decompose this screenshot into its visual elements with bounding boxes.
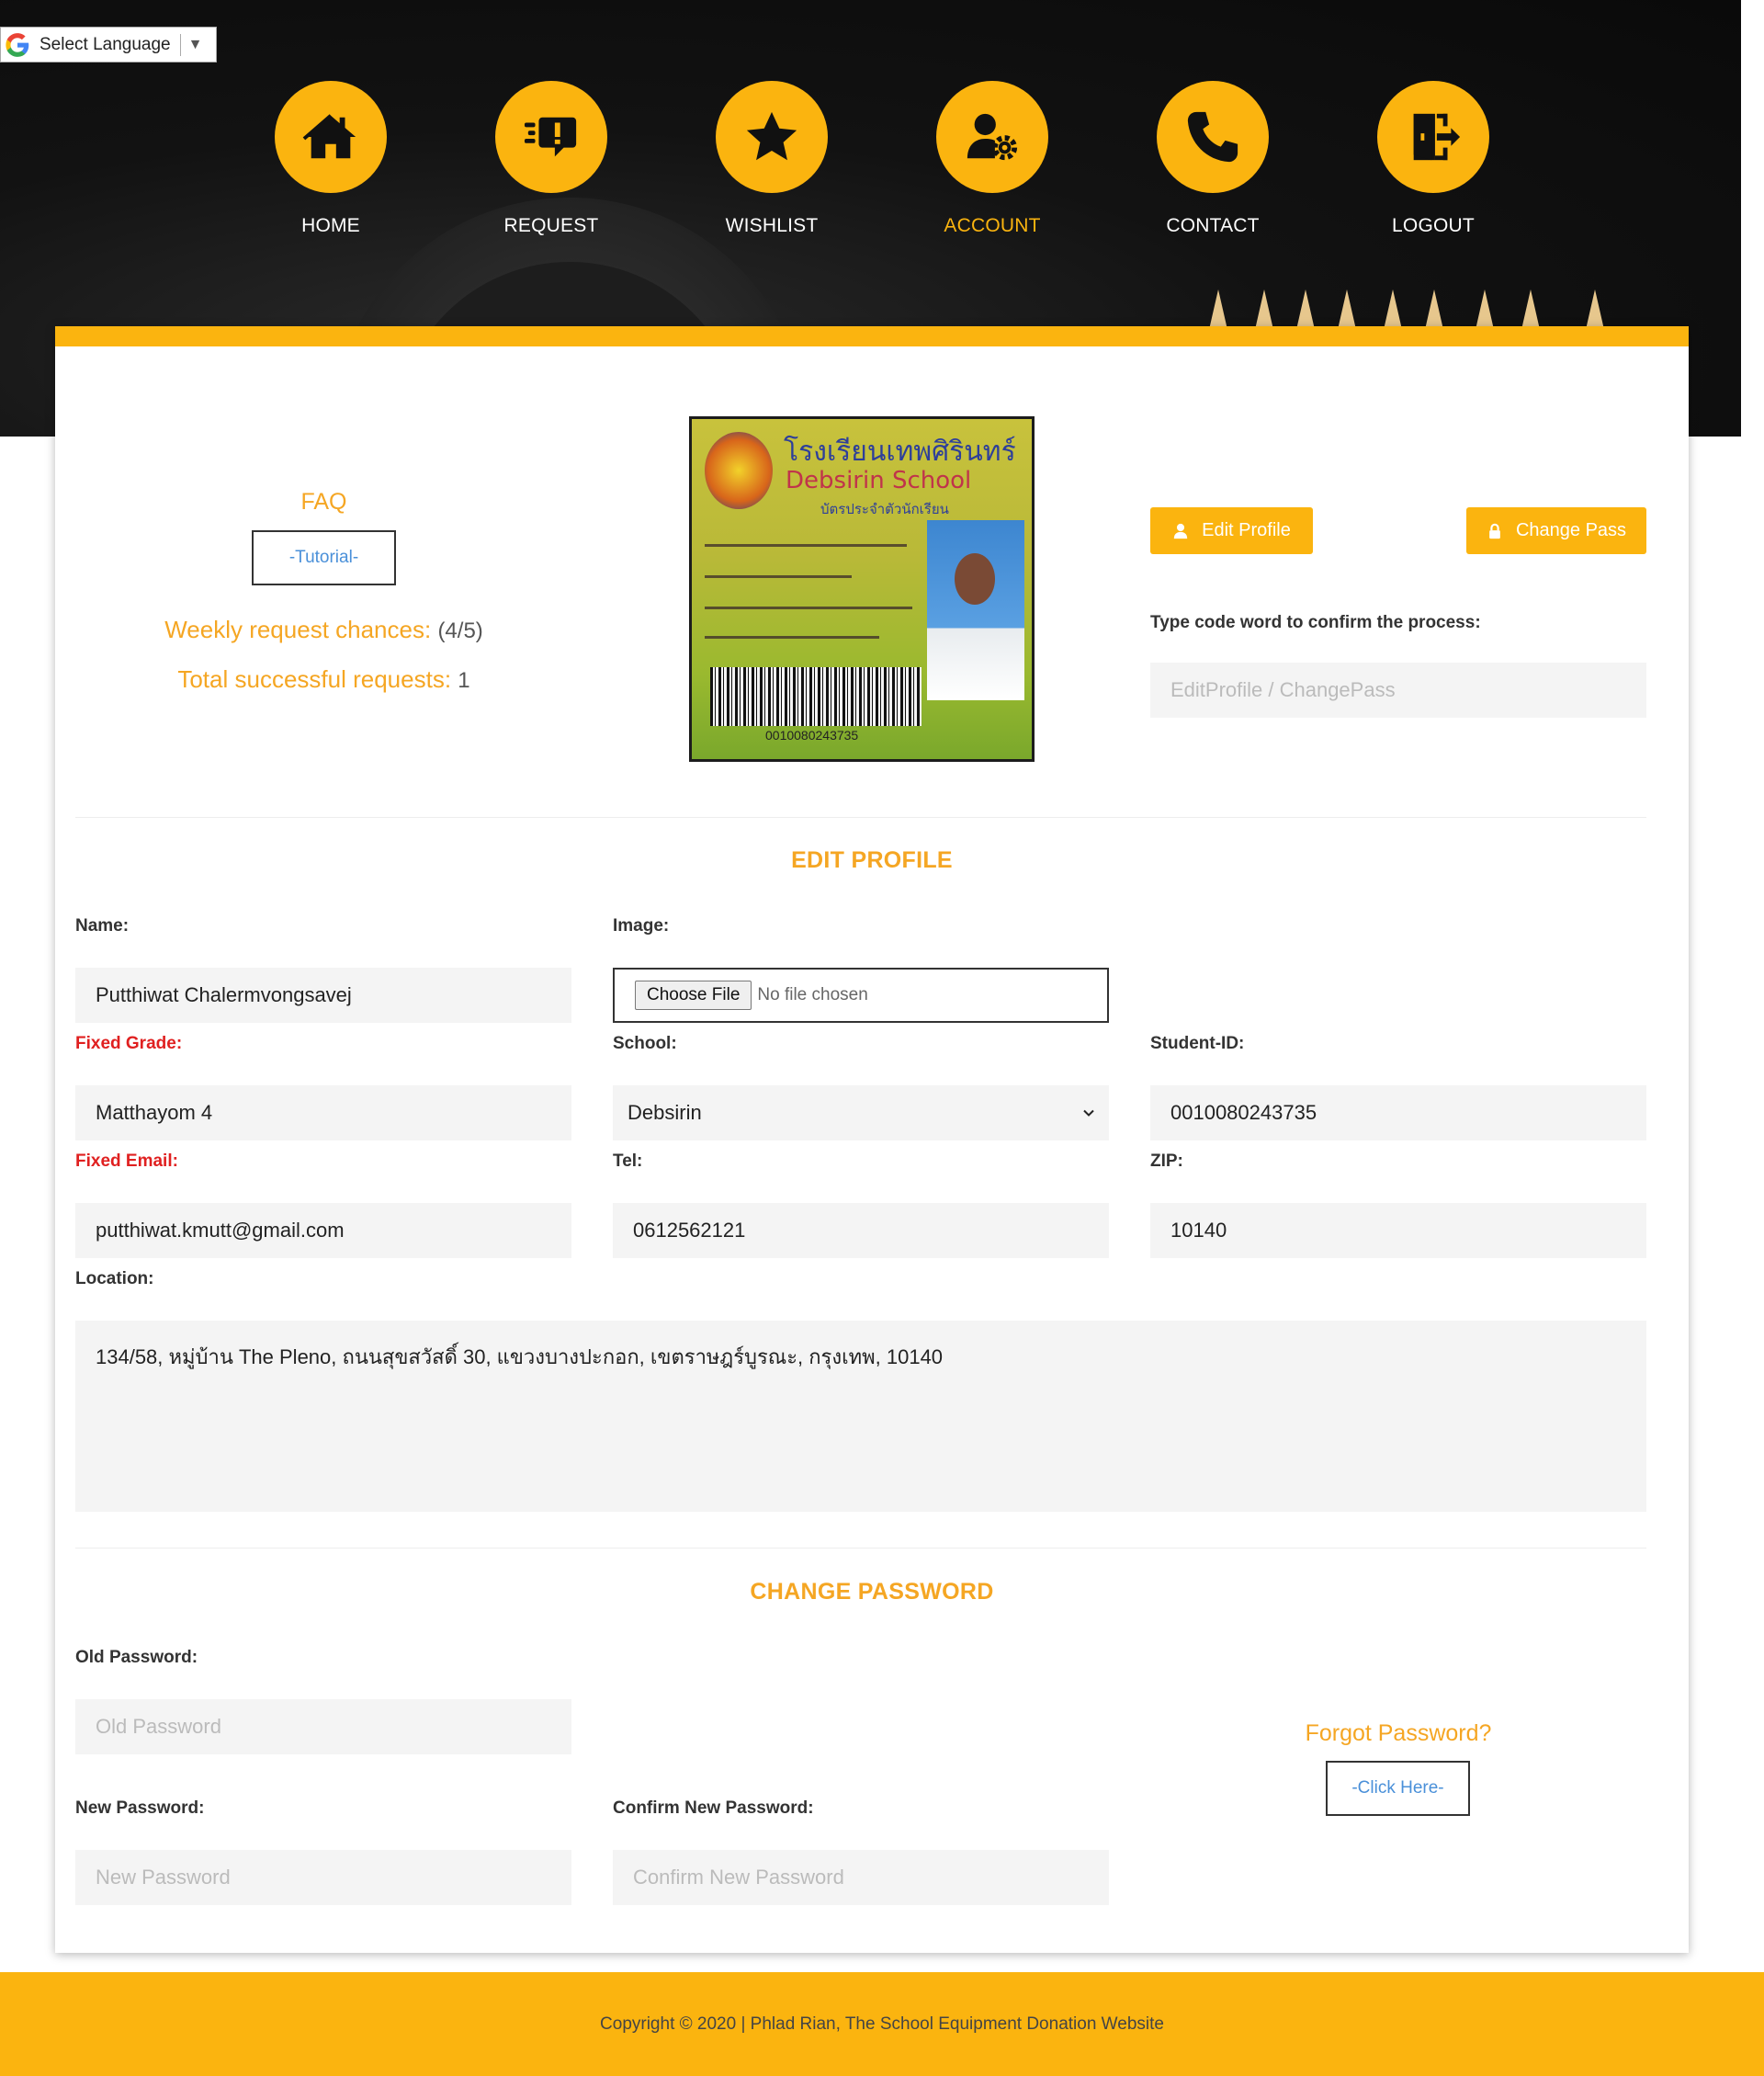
card-text-line [705,607,912,609]
student-id-input[interactable]: 0010080243735 [1150,1085,1646,1140]
divider [179,33,181,56]
name-label: Name: [75,916,130,936]
school-select-value: Debsirin [628,1101,702,1124]
nav-item-account[interactable]: ACCOUNT [910,81,1075,237]
school-label: School: [613,1034,677,1053]
barcode [710,667,922,726]
confirm-password-input[interactable]: Confirm New Password [613,1850,1109,1905]
dropdown-arrow-icon: ▼ [187,36,203,52]
old-password-label: Old Password: [75,1648,198,1667]
student-photo-head [955,553,995,605]
school-name-english: Debsirin School [786,467,972,494]
chevron-down-icon [1083,1109,1094,1117]
forgot-password-title: Forgot Password? [1305,1720,1492,1746]
nav-icon-circle [275,81,387,193]
nav-item-logout[interactable]: LOGOUT [1351,81,1516,237]
total-requests-value: 1 [458,668,470,693]
account-card: FAQ -Tutorial- Weekly request chances: (… [55,326,1689,1953]
request-icon [524,117,577,157]
image-label: Image: [613,916,670,936]
weekly-request-label: Weekly request chances: [164,616,432,643]
star-icon [746,111,797,161]
home-icon [302,114,356,159]
nav-label: HOME [301,215,360,236]
profile-image: โรงเรียนเทพศิรินทร์ Debsirin School บัตร… [689,416,1035,762]
language-selector[interactable]: Select Language ▼ [0,27,217,62]
codeword-input[interactable]: EditProfile / ChangePass [1150,663,1646,718]
nav-label: ACCOUNT [944,215,1041,236]
new-password-label: New Password: [75,1798,205,1818]
tutorial-button[interactable]: -Tutorial- [252,530,396,585]
codeword-label: Type code word to confirm the process: [1150,613,1481,632]
logout-icon [1413,113,1461,161]
old-password-input[interactable]: Old Password [75,1699,571,1754]
edit-profile-label: Edit Profile [1202,520,1291,540]
student-photo [927,520,1024,700]
total-requests-label: Total successful requests: [177,665,452,693]
school-select[interactable]: Debsirin [613,1085,1109,1140]
user-gear-icon [967,113,1018,161]
nav-label: WISHLIST [725,215,819,236]
forgot-password-button[interactable]: -Click Here- [1326,1761,1470,1816]
total-successful-requests: Total successful requests: 1 [55,665,593,694]
card-text-line [705,636,879,639]
name-input[interactable]: Putthiwat Chalermvongsavej [75,968,571,1023]
nav-label: LOGOUT [1392,215,1475,236]
file-status: No file chosen [757,985,868,1004]
card-text-line [705,575,852,578]
nav-item-wishlist[interactable]: WISHLIST [689,81,854,237]
change-password-title: CHANGE PASSWORD [750,1579,994,1605]
student-id-label: Student-ID: [1150,1034,1245,1053]
confirm-password-label: Confirm New Password: [613,1798,814,1818]
new-password-input[interactable]: New Password [75,1850,571,1905]
phone-icon [1187,111,1238,163]
nav-icon-circle [1157,81,1269,193]
zip-input[interactable]: 10140 [1150,1203,1646,1258]
grade-input: Matthayom 4 [75,1085,571,1140]
card-text-line [705,544,907,547]
email-label: Fixed Email: [75,1151,178,1171]
location-label: Location: [75,1269,154,1288]
nav-icon-circle [1377,81,1489,193]
user-icon [1173,523,1188,539]
change-pass-button[interactable]: Change Pass [1466,507,1646,554]
nav-label: CONTACT [1166,215,1260,236]
edit-profile-button[interactable]: Edit Profile [1150,507,1313,554]
choose-file-button[interactable]: Choose File [635,981,752,1010]
nav-label: REQUEST [503,215,599,236]
nav-icon-circle [936,81,1048,193]
nav-item-home[interactable]: HOME [248,81,413,237]
google-icon [6,32,29,57]
zip-label: ZIP: [1150,1151,1183,1171]
nav-icon-circle [716,81,828,193]
email-input: putthiwat.kmutt@gmail.com [75,1203,571,1258]
tel-label: Tel: [613,1151,643,1171]
weekly-request-value: (4/5) [437,618,483,643]
nav-item-request[interactable]: REQUEST [469,81,634,237]
card-type: บัตรประจำตัวนักเรียน [820,502,949,517]
nav-item-contact[interactable]: CONTACT [1130,81,1295,237]
location-textarea[interactable]: 134/58, หมู่บ้าน The Pleno, ถนนสุขสวัสดิ… [75,1321,1646,1512]
lock-icon [1489,523,1500,539]
image-file-input[interactable]: Choose File No file chosen [613,968,1109,1023]
language-selector-label: Select Language [40,34,171,54]
change-pass-label: Change Pass [1515,520,1627,540]
edit-profile-title: EDIT PROFILE [791,847,953,873]
grade-label: Fixed Grade: [75,1034,183,1053]
copyright-text: Copyright © 2020 | Phlad Rian, The Schoo… [600,2014,1164,2034]
weekly-request-chances: Weekly request chances: (4/5) [55,616,593,644]
school-crest [705,432,773,509]
barcode-number: 0010080243735 [765,728,859,743]
faq-title: FAQ [300,489,347,515]
student-id-card: โรงเรียนเทพศิรินทร์ Debsirin School บัตร… [692,419,1032,759]
nav-icon-circle [495,81,607,193]
footer: Copyright © 2020 | Phlad Rian, The Schoo… [0,1972,1764,2076]
section-divider [75,817,1646,818]
tel-input[interactable]: 0612562121 [613,1203,1109,1258]
